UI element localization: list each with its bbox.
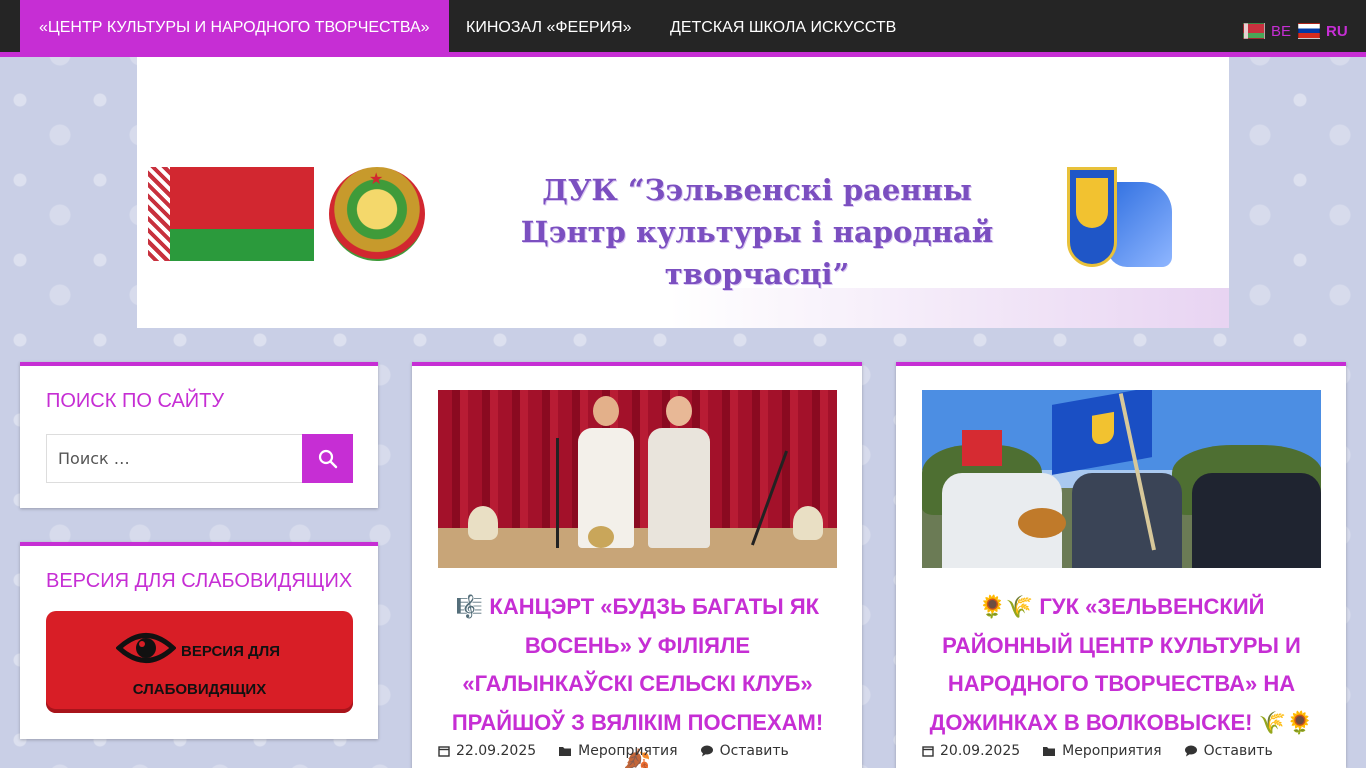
belarus-flag-icon: [1243, 23, 1265, 39]
post-category-text: Мероприятия: [1062, 743, 1162, 759]
accessibility-button-label-line2: СЛАБОВИДЯЩИХ: [132, 681, 267, 698]
search-input[interactable]: [46, 434, 304, 483]
post-category[interactable]: Мероприятия: [1042, 743, 1162, 759]
eye-icon: [116, 633, 176, 663]
post-title[interactable]: 🌻🌾 ГУК «Зельвенский районный центр культ…: [922, 588, 1321, 742]
banner-title-line1: ДУК “Зэльвенскі раенны: [542, 173, 972, 207]
post-thumbnail[interactable]: [438, 390, 837, 568]
nav-item-culture-center[interactable]: «Центр культуры и народного творчества»: [20, 0, 449, 52]
search-widget: Поиск по сайту: [20, 362, 378, 508]
folder-icon: [1043, 747, 1056, 756]
search-icon: [318, 449, 337, 468]
post-card: 🌻🌾 ГУК «Зельвенский районный центр культ…: [896, 362, 1346, 768]
folder-icon: [559, 747, 572, 756]
nav-item-art-school[interactable]: Детская школа искусств: [651, 0, 915, 52]
post-category[interactable]: Мероприятия: [558, 743, 678, 759]
top-navigation: «Центр культуры и народного творчества» …: [0, 0, 1366, 57]
language-ru[interactable]: RU: [1298, 21, 1348, 41]
header-banner[interactable]: ★ ДУК “Зэльвенскі раенны Цэнтр культуры …: [137, 57, 1229, 328]
comment-icon: [700, 745, 713, 757]
post-date-text: 22.09.2025: [456, 743, 537, 759]
belarus-national-flag-icon: [148, 167, 314, 261]
post-category-text: Мероприятия: [578, 743, 678, 759]
post-comment-text: Оставить: [1203, 743, 1273, 759]
search-button[interactable]: [302, 434, 353, 483]
accessibility-widget: Версия для слабовидящих ВЕРСИЯ ДЛЯ СЛАБО…: [20, 542, 378, 739]
accessibility-widget-heading: Версия для слабовидящих: [46, 570, 353, 592]
russia-flag-icon: [1298, 23, 1320, 39]
post-comment-link[interactable]: Оставить: [700, 743, 789, 759]
search-widget-heading: Поиск по сайту: [46, 390, 225, 412]
post-date[interactable]: 22.09.2025: [438, 743, 536, 759]
comment-icon: [1184, 745, 1197, 757]
post-date[interactable]: 20.09.2025: [922, 743, 1020, 759]
banner-title-line2: Цэнтр культуры і народнай творчасці”: [520, 215, 994, 291]
post-date-text: 20.09.2025: [940, 743, 1021, 759]
post-title[interactable]: 🎼 Канцэрт «Будзь багаты як восень» у філ…: [438, 588, 837, 768]
belarus-emblem-icon: ★: [329, 167, 425, 261]
language-code: BE: [1271, 22, 1292, 40]
language-code: RU: [1326, 22, 1348, 40]
accessibility-button-label-line1: ВЕРСИЯ ДЛЯ: [181, 643, 281, 660]
calendar-icon: [438, 746, 450, 757]
language-be[interactable]: BE: [1243, 21, 1291, 41]
post-thumbnail[interactable]: [922, 390, 1321, 568]
accessibility-version-button[interactable]: ВЕРСИЯ ДЛЯ СЛАБОВИДЯЩИХ: [46, 611, 353, 713]
post-meta: 20.09.2025 Мероприятия Оставить: [922, 743, 1321, 759]
post-card: 🎼 Канцэрт «Будзь багаты як восень» у філ…: [412, 362, 862, 768]
zelva-coat-of-arms-icon: [1067, 167, 1172, 269]
post-comment-text: Оставить: [719, 743, 789, 759]
post-comment-link[interactable]: Оставить: [1184, 743, 1273, 759]
banner-title: ДУК “Зэльвенскі раенны Цэнтр культуры і …: [437, 169, 1077, 295]
calendar-icon: [922, 746, 934, 757]
post-meta: 22.09.2025 Мероприятия Оставить: [438, 743, 837, 759]
nav-item-cinema[interactable]: Кинозал «Феерия»: [447, 0, 650, 52]
